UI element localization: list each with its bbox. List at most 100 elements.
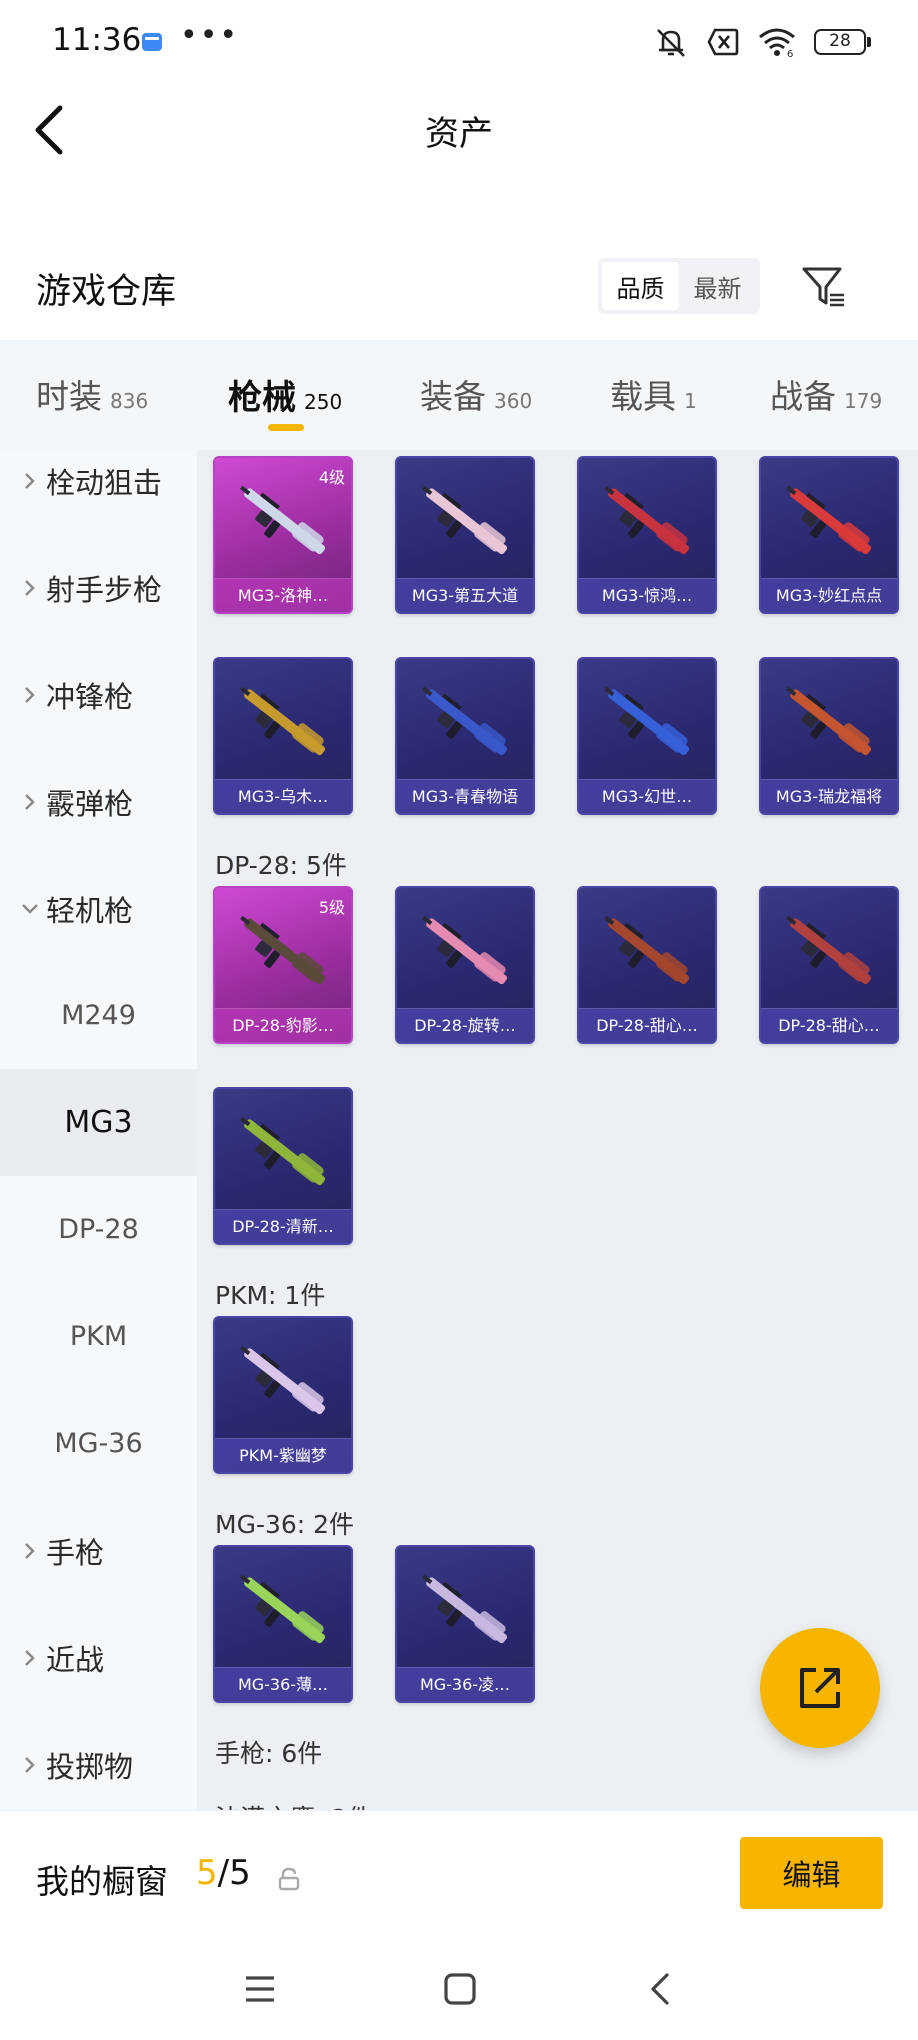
weapon-skin-card[interactable]: MG3-乌木… bbox=[213, 657, 353, 815]
page-title: 资产 bbox=[425, 114, 493, 154]
weapon-skin-card[interactable]: PKM-紫幽梦 bbox=[213, 1316, 353, 1474]
filter-icon bbox=[802, 267, 844, 307]
weapon-skin-name: MG3-乌木… bbox=[215, 779, 351, 813]
weapon-skin-card[interactable]: DP-28-甜心… bbox=[759, 886, 899, 1044]
weapon-skin-name: MG3-青春物语 bbox=[397, 779, 533, 813]
weapon-skin-name: MG-36-薄… bbox=[215, 1667, 351, 1701]
weapon-skin-card[interactable]: 5级 DP-28-豹影… bbox=[213, 886, 353, 1044]
sidebar-item-pistol[interactable]: 手枪 bbox=[0, 1497, 197, 1604]
status-more-dots: ••• bbox=[180, 18, 240, 53]
weapon-skin-card[interactable]: MG3-幻世… bbox=[577, 657, 717, 815]
sidebar-item-label: 投掷物 bbox=[46, 1749, 134, 1784]
sidebar-item-bolt-sniper[interactable]: 栓动狙击 bbox=[0, 450, 197, 534]
sidebar-item-pkm[interactable]: PKM bbox=[0, 1283, 197, 1390]
sort-option-newest[interactable]: 最新 bbox=[679, 262, 756, 310]
weapon-image bbox=[422, 485, 508, 555]
weapon-skin-card[interactable]: 4级 MG3-洛神… bbox=[213, 456, 353, 614]
weapon-skin-name: DP-28-旋转… bbox=[397, 1008, 533, 1042]
chevron-right-icon bbox=[25, 1542, 35, 1559]
weapon-skin-name: MG3-惊鸿… bbox=[579, 578, 715, 612]
sort-toggle: 品质 最新 bbox=[598, 258, 760, 314]
weapon-skin-name: MG3-第五大道 bbox=[397, 578, 533, 612]
section-label: PKM: 1件 bbox=[215, 1281, 326, 1310]
weapon-skin-name: DP-28-清新… bbox=[215, 1209, 351, 1243]
weapon-skin-card[interactable]: MG3-惊鸿… bbox=[577, 456, 717, 614]
tab-label: 载具 bbox=[610, 377, 676, 416]
weapon-image bbox=[604, 686, 690, 756]
weapon-skin-name: PKM-紫幽梦 bbox=[215, 1438, 351, 1472]
weapon-skin-card[interactable]: MG3-第五大道 bbox=[395, 456, 535, 614]
weapon-skin-card[interactable]: DP-28-旋转… bbox=[395, 886, 535, 1044]
weapon-grid: 4级 MG3-洛神… MG3-第五大道 MG3-惊鸿… MG3-妙红点点 MG3-乌木… M… bbox=[197, 450, 918, 1810]
chevron-right-icon bbox=[25, 686, 35, 703]
back-triangle-icon[interactable] bbox=[643, 1972, 677, 2006]
section-label: 沙漠之鹰: 2件 bbox=[215, 1799, 372, 1810]
home-square-icon[interactable] bbox=[443, 1972, 477, 2006]
active-tab-indicator bbox=[268, 424, 304, 431]
tab-supplies[interactable]: 战备 179 bbox=[770, 370, 882, 418]
sidebar-item-mg36[interactable]: MG-36 bbox=[0, 1390, 197, 1497]
showcase-count: 5/5 bbox=[196, 1853, 251, 1893]
battery-icon: 28 bbox=[814, 29, 871, 55]
sidebar-item-smg[interactable]: 冲锋枪 bbox=[0, 641, 197, 748]
weapon-image bbox=[422, 915, 508, 985]
tab-firearms[interactable]: 枪械 250 bbox=[228, 370, 342, 419]
mute-vibrate-icon bbox=[657, 29, 685, 57]
chevron-right-icon bbox=[25, 793, 35, 810]
weapon-category-sidebar: 栓动狙击 射手步枪 冲锋枪 霰弹枪 轻机枪 M249 MG3 DP-28 PKM… bbox=[0, 450, 197, 1810]
category-tabs: 时装 836 枪械 250 装备 360 载具 1 战备 179 bbox=[0, 340, 918, 450]
share-button[interactable] bbox=[760, 1628, 880, 1748]
weapon-image bbox=[786, 485, 872, 555]
tab-count: 250 bbox=[304, 390, 343, 414]
section-label: MG-36: 2件 bbox=[215, 1510, 355, 1539]
sidebar-item-label: 冲锋枪 bbox=[46, 679, 134, 714]
tab-vehicles[interactable]: 载具 1 bbox=[610, 370, 697, 418]
menu-icon[interactable] bbox=[243, 1972, 277, 2006]
weapon-skin-card[interactable]: MG3-瑞龙福将 bbox=[759, 657, 899, 815]
weapon-skin-card[interactable]: MG3-妙红点点 bbox=[759, 456, 899, 614]
weapon-skin-card[interactable]: DP-28-甜心… bbox=[577, 886, 717, 1044]
weapon-skin-card[interactable]: MG-36-凌… bbox=[395, 1545, 535, 1703]
sidebar-item-label: 手枪 bbox=[46, 1535, 105, 1570]
tab-count: 1 bbox=[684, 389, 697, 413]
edit-button[interactable]: 编辑 bbox=[740, 1837, 883, 1909]
weapon-skin-card[interactable]: MG3-青春物语 bbox=[395, 657, 535, 815]
sidebar-item-lmg[interactable]: 轻机枪 bbox=[0, 855, 197, 962]
sidebar-item-label: 射手步枪 bbox=[46, 572, 163, 607]
chevron-right-icon bbox=[25, 1756, 35, 1773]
warehouse-title: 游戏仓库 bbox=[36, 272, 177, 312]
showcase-bar: 我的橱窗 5/5 编辑 bbox=[0, 1810, 918, 1940]
section-label: DP-28: 5件 bbox=[215, 851, 347, 880]
weapon-image bbox=[240, 1574, 326, 1644]
weapon-image bbox=[786, 686, 872, 756]
tab-label: 装备 bbox=[420, 377, 486, 416]
chevron-right-icon bbox=[25, 1649, 35, 1666]
sort-option-quality[interactable]: 品质 bbox=[602, 262, 679, 310]
sidebar-item-marksman-rifle[interactable]: 射手步枪 bbox=[0, 534, 197, 641]
tab-label: 战备 bbox=[770, 377, 836, 416]
sidebar-item-shotgun[interactable]: 霰弹枪 bbox=[0, 748, 197, 855]
lock-icon bbox=[278, 1867, 300, 1891]
showcase-count-total: 5 bbox=[229, 1853, 251, 1893]
weapon-image bbox=[240, 1345, 326, 1415]
weapon-skin-name: DP-28-豹影… bbox=[215, 1008, 351, 1042]
sidebar-item-throwable[interactable]: 投掷物 bbox=[0, 1711, 197, 1810]
showcase-title: 我的橱窗 bbox=[36, 1862, 168, 1901]
weapon-skin-name: MG3-瑞龙福将 bbox=[761, 779, 897, 813]
filter-button[interactable] bbox=[800, 263, 848, 311]
sidebar-item-melee[interactable]: 近战 bbox=[0, 1604, 197, 1711]
weapon-skin-card[interactable]: DP-28-清新… bbox=[213, 1087, 353, 1245]
tab-label: 枪械 bbox=[228, 378, 296, 418]
weapon-image bbox=[604, 915, 690, 985]
weapon-skin-card[interactable]: MG-36-薄… bbox=[213, 1545, 353, 1703]
weapon-skin-name: DP-28-甜心… bbox=[761, 1008, 897, 1042]
sidebar-item-label: 栓动狙击 bbox=[46, 465, 163, 500]
sidebar-item-mg3[interactable]: MG3 bbox=[0, 1069, 197, 1176]
tab-equipment[interactable]: 装备 360 bbox=[420, 370, 532, 418]
weapon-image bbox=[240, 686, 326, 756]
sidebar-item-m249[interactable]: M249 bbox=[0, 962, 197, 1069]
tab-fashion[interactable]: 时装 836 bbox=[36, 370, 148, 418]
weapon-image bbox=[422, 686, 508, 756]
sidebar-item-dp28[interactable]: DP-28 bbox=[0, 1176, 197, 1283]
chevron-right-icon bbox=[25, 579, 35, 596]
